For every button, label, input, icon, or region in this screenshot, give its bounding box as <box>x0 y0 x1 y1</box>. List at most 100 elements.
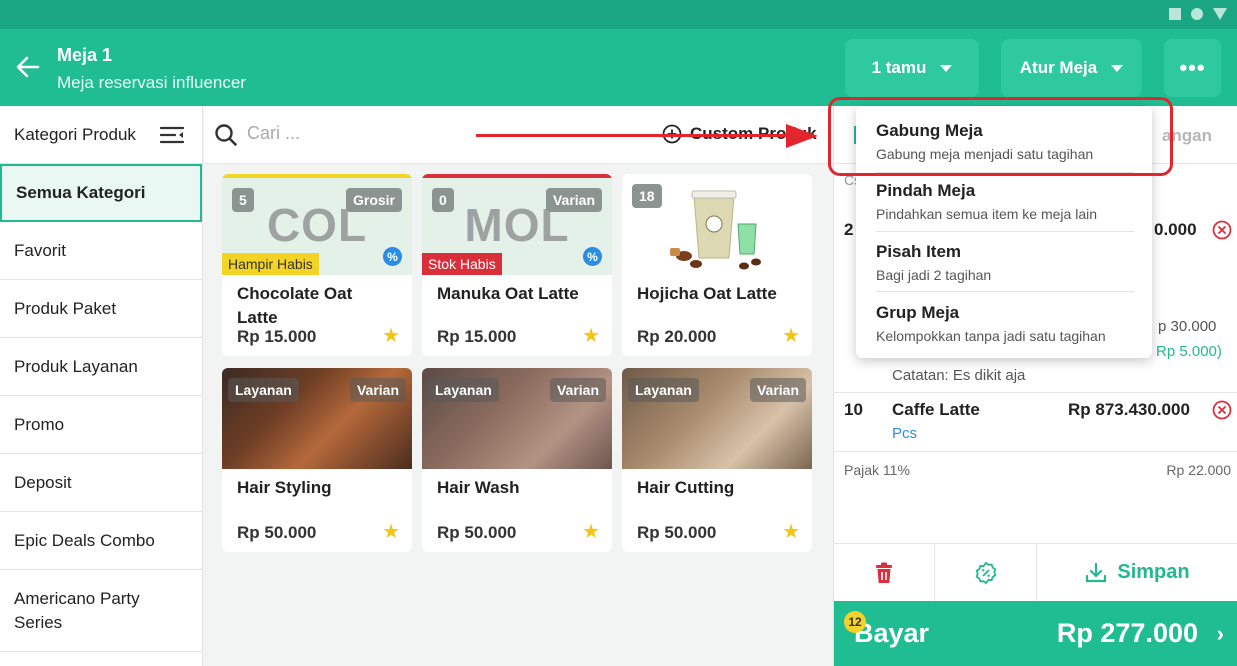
favorite-star-icon[interactable]: ★ <box>382 522 400 542</box>
table-subtitle: Meja reservasi influencer <box>57 73 246 92</box>
category-item-favorit[interactable]: Favorit <box>0 222 202 280</box>
favorite-star-icon[interactable]: ★ <box>782 326 800 346</box>
service-badge: Layanan <box>628 378 699 402</box>
discount-icon: % <box>583 247 602 266</box>
chevron-right-icon: › <box>1216 621 1224 646</box>
product-card-hair-styling[interactable]: Layanan Varian Hair Styling Rp 50.000 ★ <box>222 368 412 552</box>
wholesale-badge: Grosir <box>345 188 402 212</box>
service-photo: Layanan Varian <box>622 368 812 469</box>
collapse-menu-icon[interactable] <box>160 125 184 145</box>
menu-item-pindah-meja[interactable]: Pindah Meja Pindahkan semua item ke meja… <box>876 181 1134 222</box>
category-item-semua-kategori[interactable]: Semua Kategori <box>0 164 202 222</box>
remove-item-icon[interactable] <box>1212 400 1232 420</box>
arrow-head-annotation <box>786 124 818 148</box>
table-settings-button[interactable]: Atur Meja <box>1001 39 1142 97</box>
product-card-manuka-oat-latte[interactable]: MOL 0 Varian Stok Habis % Manuka Oat Lat… <box>422 174 612 356</box>
product-card-chocolate-oat-latte[interactable]: COL 5 Grosir Hampir Habis % Chocolate Oa… <box>222 174 412 356</box>
low-stock-badge: Hampir Habis <box>222 253 319 275</box>
tax-value: Rp 22.000 <box>1166 462 1231 478</box>
product-name: Hair Cutting <box>637 478 735 497</box>
trash-icon <box>876 562 892 583</box>
product-thumbnail: 18 <box>622 174 812 275</box>
guests-label: 1 tamu <box>871 58 927 77</box>
status-bar <box>0 0 1237 29</box>
item-amount: 0.000 <box>1154 220 1197 239</box>
back-arrow-icon[interactable] <box>14 53 42 81</box>
category-heading: Kategori Produk <box>14 124 136 144</box>
more-dots-icon: ••• <box>1179 55 1206 80</box>
product-card-hair-cutting[interactable]: Layanan Varian Hair Cutting Rp 50.000 ★ <box>622 368 812 552</box>
guests-button[interactable]: 1 tamu <box>845 39 979 97</box>
category-item-promo[interactable]: Promo <box>0 396 202 454</box>
menu-item-title: Pindah Meja <box>876 181 976 200</box>
favorite-star-icon[interactable]: ★ <box>782 522 800 542</box>
category-item-epic-deals-combo[interactable]: Epic Deals Combo <box>0 512 202 570</box>
product-card-hair-wash[interactable]: Layanan Varian Hair Wash Rp 50.000 ★ <box>422 368 612 552</box>
save-button[interactable]: Simpan <box>1037 544 1237 601</box>
out-of-stock-badge: Stok Habis <box>422 253 502 275</box>
delete-order-button[interactable] <box>834 544 935 601</box>
chevron-down-icon <box>940 64 953 72</box>
product-price: Rp 20.000 <box>637 327 717 346</box>
app-header: Meja 1 Meja reservasi influencer 1 tamu … <box>0 29 1237 106</box>
item-quantity: 10 <box>844 400 863 419</box>
variant-badge: Varian <box>749 378 806 402</box>
favorite-star-icon[interactable]: ★ <box>582 326 600 346</box>
product-card-hojicha-oat-latte[interactable]: 18 Hojicha Oat Latte Rp 20.000 ★ <box>622 174 812 356</box>
table-settings-label: Atur Meja <box>1019 58 1098 77</box>
stock-count-badge: 5 <box>232 188 254 212</box>
product-price: Rp 50.000 <box>637 523 717 542</box>
circle-icon <box>1191 8 1203 20</box>
item-quantity: 2 <box>844 220 854 239</box>
divider <box>834 392 1237 393</box>
system-icons <box>1169 8 1227 20</box>
pay-total: Rp 277.000 <box>1056 618 1198 648</box>
product-thumbnail: COL 5 Grosir Hampir Habis % <box>222 174 412 275</box>
product-price: Rp 15.000 <box>237 327 317 346</box>
item-price: Rp 873.430.000 <box>1068 400 1190 419</box>
favorite-star-icon[interactable]: ★ <box>582 522 600 542</box>
menu-item-desc: Bagi jadi 2 tagihan <box>876 267 992 283</box>
pay-button[interactable]: Bayar 12 Rp 277.000 › <box>834 601 1237 666</box>
product-price: Rp 50.000 <box>237 523 317 542</box>
favorite-star-icon[interactable]: ★ <box>382 326 400 346</box>
menu-item-grup-meja[interactable]: Grup Meja Kelompokkan tanpa jadi satu ta… <box>876 303 1134 344</box>
item-unit: Pcs <box>892 425 918 442</box>
menu-divider <box>876 291 1134 292</box>
product-price: Rp 15.000 <box>437 327 517 346</box>
product-price: Rp 50.000 <box>437 523 517 542</box>
table-title: Meja 1 <box>57 45 113 65</box>
product-thumbnail: MOL 0 Varian Stok Habis % <box>422 174 612 275</box>
menu-item-desc: Kelompokkan tanpa jadi satu tagihan <box>876 328 1106 344</box>
remove-item-icon[interactable] <box>1212 220 1232 240</box>
discount-icon: % <box>383 247 402 266</box>
divider <box>834 451 1237 452</box>
square-icon <box>1169 8 1181 20</box>
category-sidebar: Kategori Produk Semua Kategori Favorit P… <box>0 106 203 666</box>
download-icon <box>1086 562 1107 582</box>
product-name: Manuka Oat Latte <box>437 284 579 303</box>
product-name: Hair Wash <box>437 478 520 497</box>
highlight-annotation <box>828 97 1173 176</box>
variant-badge: Varian <box>349 378 406 402</box>
chevron-down-icon <box>1111 64 1124 72</box>
item-name[interactable]: Caffe Latte <box>892 400 980 420</box>
category-item-produk-layanan[interactable]: Produk Layanan <box>0 338 202 396</box>
discount-button[interactable] <box>935 544 1037 601</box>
menu-item-pisah-item[interactable]: Pisah Item Bagi jadi 2 tagihan <box>876 242 1134 283</box>
service-badge: Layanan <box>428 378 499 402</box>
item-count-badge: 12 <box>844 611 866 633</box>
category-item-deposit[interactable]: Deposit <box>0 454 202 512</box>
item-discount: Rp 5.000) <box>1156 343 1222 360</box>
tax-label: Pajak 11% <box>844 462 910 478</box>
category-item-produk-paket[interactable]: Produk Paket <box>0 280 202 338</box>
product-name: Chocolate Oat Latte <box>237 284 353 327</box>
more-options-button[interactable]: ••• <box>1164 39 1221 97</box>
menu-item-title: Grup Meja <box>876 303 960 322</box>
save-label: Simpan <box>1117 561 1190 583</box>
search-input[interactable]: Cari ... <box>247 123 300 144</box>
category-item-americano-party-series[interactable]: Americano Party Series <box>0 570 202 652</box>
menu-item-title: Pisah Item <box>876 242 962 261</box>
menu-item-desc: Pindahkan semua item ke meja lain <box>876 206 1098 222</box>
stock-count-badge: 18 <box>632 184 662 208</box>
